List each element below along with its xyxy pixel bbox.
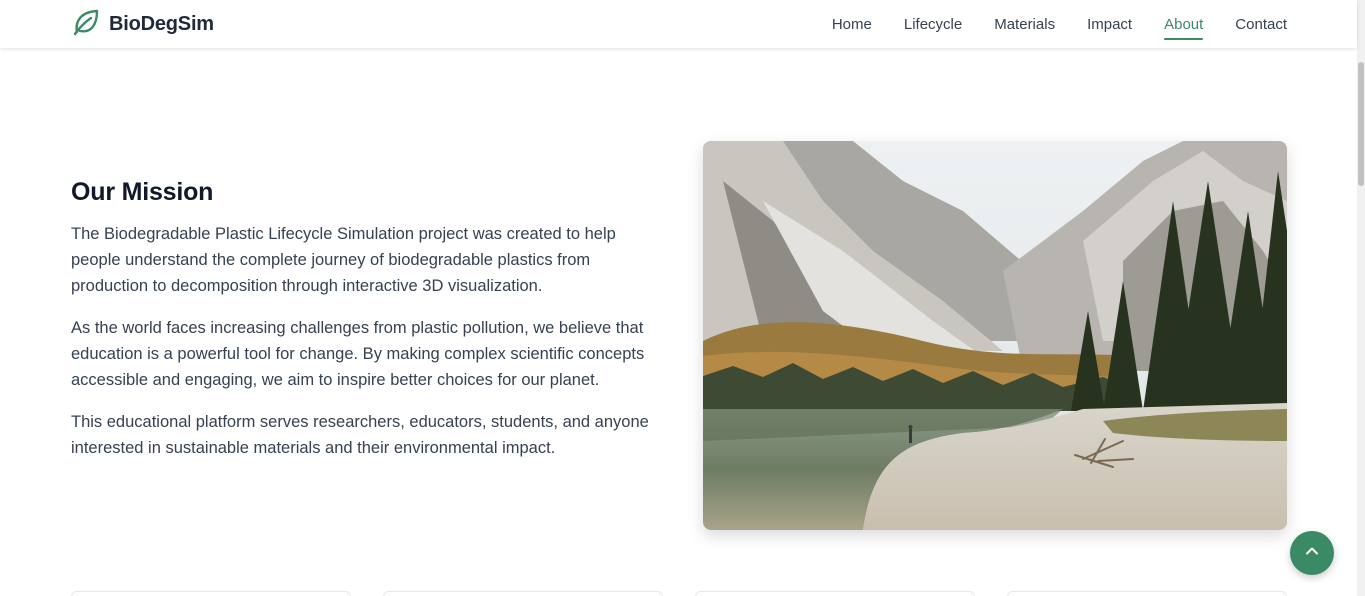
feature-card	[695, 591, 975, 596]
mission-paragraph: This educational platform serves researc…	[71, 413, 649, 457]
nav-link-home[interactable]: Home	[832, 12, 872, 37]
mission-section: Our Mission The Biodegradable Plastic Li…	[71, 178, 651, 477]
leaf-icon	[71, 7, 101, 42]
navbar: BioDegSim Home Lifecycle Materials Impac…	[0, 0, 1357, 48]
nav-link-about[interactable]: About	[1164, 12, 1204, 40]
brand-logo-link[interactable]: BioDegSim	[71, 8, 214, 40]
scroll-to-top-button[interactable]	[1290, 531, 1334, 575]
feature-card	[71, 591, 351, 596]
mission-title: Our Mission	[71, 178, 214, 206]
page-scrollbar[interactable]	[1357, 0, 1365, 596]
mission-paragraph: As the world faces increasing challenges…	[71, 319, 645, 389]
chevron-up-icon	[1304, 543, 1320, 564]
mission-paragraph: The Biodegradable Plastic Lifecycle Simu…	[71, 225, 616, 295]
nav-link-materials[interactable]: Materials	[994, 12, 1055, 37]
mountain-lake-image	[703, 141, 1287, 530]
scrollbar-thumb[interactable]	[1358, 62, 1364, 186]
feature-card	[383, 591, 663, 596]
feature-card	[1007, 591, 1287, 596]
feature-cards-row	[71, 591, 1287, 596]
nav-link-impact[interactable]: Impact	[1087, 12, 1132, 37]
brand-name: BioDegSim	[109, 12, 214, 35]
nav-link-lifecycle[interactable]: Lifecycle	[904, 12, 962, 37]
main-nav: Home Lifecycle Materials Impact About Co…	[832, 0, 1287, 48]
nav-link-contact[interactable]: Contact	[1235, 12, 1287, 37]
